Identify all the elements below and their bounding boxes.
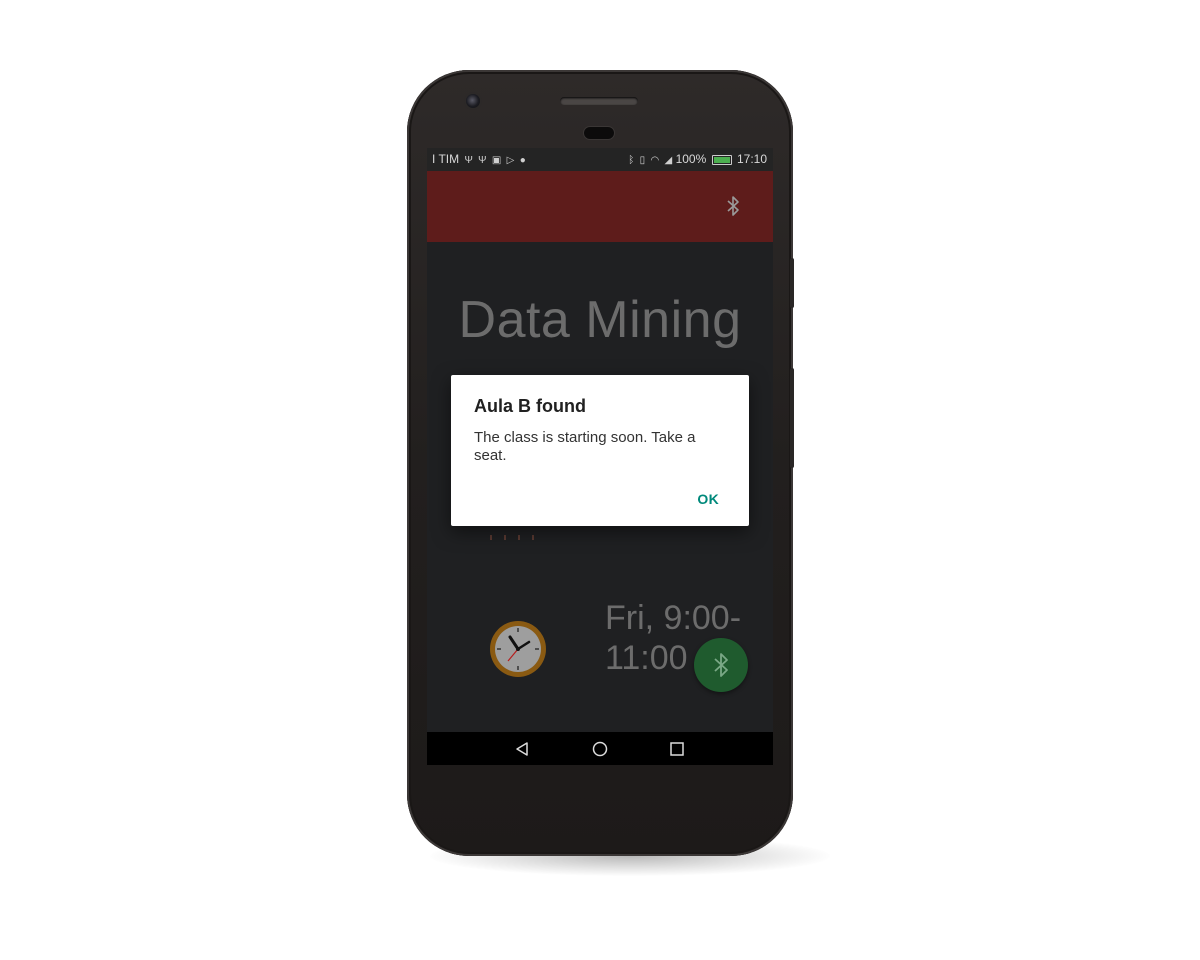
power-button <box>790 368 794 468</box>
dim-indicator <box>490 527 550 540</box>
course-title: Data Mining <box>458 291 742 349</box>
phone-screen: I TIM Ψ Ψ ▣ ▷ ● ᛒ ▯ ◠ ◢ 100% 17:10 Data … <box>427 148 773 765</box>
clock-icon <box>490 621 546 677</box>
bluetooth-status-icon: ᛒ <box>628 155 635 166</box>
dialog-title: Aula B found <box>474 396 586 416</box>
usb-icon: Ψ <box>478 155 487 166</box>
volume-button <box>790 258 794 308</box>
phone-frame: I TIM Ψ Ψ ▣ ▷ ● ᛒ ▯ ◠ ◢ 100% 17:10 Data … <box>407 70 794 856</box>
battery-percent: 100% <box>675 152 707 166</box>
navigation-bar <box>427 732 773 765</box>
proximity-sensor <box>584 127 614 139</box>
carrier-label: I TIM <box>432 152 460 166</box>
chat-icon: ● <box>519 155 526 166</box>
recents-square-icon[interactable] <box>669 741 685 757</box>
app-bar <box>427 171 773 242</box>
clock-time: 17:10 <box>736 152 767 166</box>
wifi-icon: ◠ <box>650 155 660 166</box>
battery-icon <box>711 154 732 165</box>
bluetooth-icon[interactable] <box>726 195 740 217</box>
back-triangle-icon[interactable] <box>514 741 530 757</box>
front-camera-icon <box>466 94 480 108</box>
signal-icon: ◢ <box>664 155 673 166</box>
bluetooth-icon <box>714 653 728 677</box>
play-store-icon: ▷ <box>506 155 515 166</box>
alert-dialog: Aula B found The class is starting soon.… <box>451 375 749 526</box>
bluetooth-fab-button[interactable] <box>694 638 748 692</box>
usb-icon: Ψ <box>464 155 473 166</box>
photo-icon: ▣ <box>491 155 502 166</box>
vibrate-icon: ▯ <box>639 155 646 166</box>
status-bar: I TIM Ψ Ψ ▣ ▷ ● ᛒ ▯ ◠ ◢ 100% 17:10 <box>427 148 773 171</box>
earpiece-speaker <box>560 97 638 105</box>
dialog-message: The class is starting soon. Take a seat. <box>474 429 696 464</box>
ok-button[interactable]: OK <box>697 491 719 507</box>
home-circle-icon[interactable] <box>592 741 608 757</box>
